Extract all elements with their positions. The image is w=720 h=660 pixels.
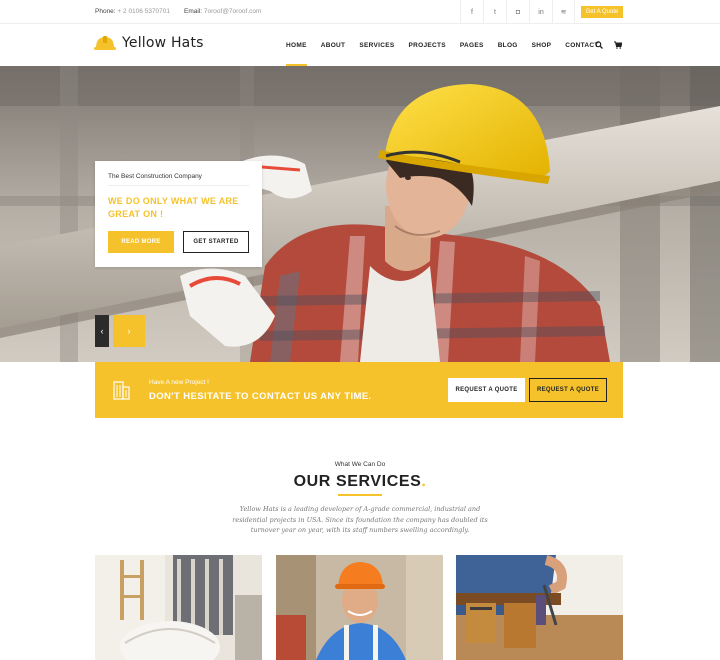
nav-home[interactable]: HOME	[279, 24, 314, 66]
logo[interactable]: Yellow Hats	[94, 34, 204, 52]
phone-label: Phone:	[95, 8, 116, 15]
cta-banner: Have A new Project ! DON'T HESITATE TO C…	[95, 362, 623, 418]
nav-blog[interactable]: BLOG	[491, 24, 525, 66]
email-label: Email:	[184, 8, 203, 15]
social-links: f t ◘ in ≋	[460, 0, 575, 24]
contact-info: Phone: + 2 0106 5370701 Email: 7oroof@7o…	[95, 8, 261, 15]
hero-divider	[108, 185, 249, 186]
phone-value[interactable]: + 2 0106 5370701	[117, 8, 170, 15]
phone-info: Phone: + 2 0106 5370701	[95, 8, 170, 15]
hard-hat-logo-icon	[94, 36, 116, 50]
chevron-left-icon: ‹	[100, 326, 104, 336]
hero-slider: The Best Construction Company WE DO ONLY…	[0, 66, 720, 362]
instagram-icon[interactable]: ◘	[506, 0, 529, 24]
chevron-right-icon: ›	[127, 326, 131, 336]
services-kicker: What We Can Do	[334, 461, 386, 468]
service-image-interior[interactable]	[95, 555, 262, 660]
cart-icon[interactable]	[613, 41, 622, 50]
tool-belt-photo	[456, 555, 623, 660]
services-title-dot: .	[421, 473, 427, 490]
request-quote-button[interactable]: REQUEST A QUOTE	[448, 378, 525, 402]
services-description: Yellow Hats is a leading developer of A-…	[232, 505, 488, 534]
service-image-worker[interactable]	[276, 555, 443, 660]
brand-name: Yellow Hats	[122, 35, 204, 51]
title-underline	[338, 494, 382, 496]
email-info: Email: 7oroof@7oroof.com	[184, 8, 261, 15]
nav-projects[interactable]: PROJECTS	[401, 24, 452, 66]
nav-shop[interactable]: SHOP	[525, 24, 559, 66]
cta-kicker: Have A new Project !	[149, 379, 209, 386]
linkedin-icon[interactable]: in	[529, 0, 552, 24]
nav-services[interactable]: SERVICES	[352, 24, 401, 66]
services-section: What We Can Do OUR SERVICES. Yellow Hats…	[0, 418, 720, 660]
service-image-tools[interactable]	[456, 555, 623, 660]
smiling-worker-photo	[276, 555, 443, 660]
interior-renovation-photo	[95, 555, 262, 660]
building-icon	[113, 381, 130, 400]
hero-card: The Best Construction Company WE DO ONLY…	[95, 161, 262, 267]
top-bar: Phone: + 2 0106 5370701 Email: 7oroof@7o…	[0, 0, 720, 24]
search-icon[interactable]	[594, 41, 603, 50]
nav-pages[interactable]: PAGES	[453, 24, 491, 66]
rss-icon[interactable]: ≋	[552, 0, 575, 24]
read-more-button[interactable]: READ MORE	[108, 231, 174, 253]
get-a-quote-button[interactable]: Get A Quote	[581, 6, 623, 18]
services-title-text: OUR SERVICES	[293, 473, 422, 490]
main-nav: HOME ABOUT SERVICES PROJECTS PAGES BLOG …	[279, 24, 606, 66]
hero-headline: WE DO ONLY WHAT WE ARE GREAT ON !	[108, 196, 239, 219]
header-icons	[594, 24, 622, 66]
cta-heading: DON'T HESITATE TO CONTACT US ANY TIME.	[149, 391, 372, 402]
hero-subtitle: The Best Construction Company	[108, 173, 202, 180]
get-started-button[interactable]: GET STARTED	[183, 231, 249, 253]
facebook-icon[interactable]: f	[460, 0, 483, 24]
email-value[interactable]: 7oroof@7oroof.com	[204, 8, 262, 15]
twitter-icon[interactable]: t	[483, 0, 506, 24]
nav-about[interactable]: ABOUT	[314, 24, 353, 66]
slider-prev-button[interactable]: ‹	[95, 315, 109, 347]
slider-next-button[interactable]: ›	[113, 315, 145, 347]
services-title: OUR SERVICES.	[0, 473, 720, 491]
request-quote-outline-button[interactable]: REQUEST A QUOTE	[529, 378, 607, 402]
main-header: Yellow Hats HOME ABOUT SERVICES PROJECTS…	[0, 24, 720, 66]
